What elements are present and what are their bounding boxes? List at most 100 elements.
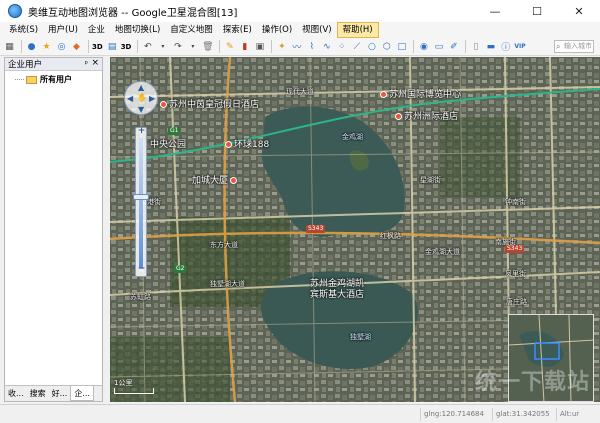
road-label: 现代大道 [286, 88, 314, 96]
scatter-icon[interactable]: ⁘ [335, 40, 348, 53]
poi-marker-icon [230, 177, 238, 184]
undo-dropdown-icon[interactable]: ▾ [156, 40, 169, 53]
vip-button[interactable]: VIP [514, 43, 525, 50]
window-controls: — ☐ ✕ [474, 0, 600, 22]
poi-label-park[interactable]: 中央公园 [150, 137, 186, 150]
polyline-icon[interactable]: 〰 [290, 40, 303, 53]
ruler-icon[interactable]: ▮ [238, 40, 251, 53]
info-icon[interactable]: ⓘ [499, 40, 512, 53]
road-label: 唐庄路 [506, 298, 527, 306]
status-latitude: glat:31.342055 [492, 408, 554, 421]
city-search-placeholder: 输入城市 [564, 42, 592, 50]
curve-icon[interactable]: ∿ [320, 40, 333, 53]
tab-favorites[interactable]: 收... [5, 386, 27, 401]
3d-view-button[interactable]: 3D [121, 43, 132, 51]
menu-map-switch[interactable]: 地图切换(L) [110, 22, 165, 38]
poi-label-expo[interactable]: 苏州国际博览中心 [380, 87, 461, 100]
panel-title: 企业用户 [8, 60, 43, 70]
toolbar: ▦ ● ★ ◎ ◆ 3D ▤ 3D ↶ ▾ ↷ ▾ 🗑 ✎ ▮ ▣ ✦ 〰 ⌇ … [0, 38, 600, 56]
draw-line-icon[interactable]: ⟋ [350, 40, 363, 53]
pan-control[interactable]: ▲ ▼ ◀ ▶ ✋ [124, 81, 158, 115]
zoom-out-icon[interactable]: − [137, 264, 146, 274]
poi-label-hotel1[interactable]: 苏州中茵皇冠假日酒店 [160, 97, 259, 110]
screen-icon[interactable]: ▭ [432, 40, 445, 53]
share-icon[interactable]: ◆ [70, 40, 83, 53]
status-longitude: glng:120.714684 [420, 408, 490, 421]
message-icon[interactable]: ▬ [484, 40, 497, 53]
maximize-button[interactable]: ☐ [516, 0, 558, 22]
pencil-icon[interactable]: ✎ [223, 40, 236, 53]
tab-search[interactable]: 搜索 [27, 386, 49, 401]
undo-icon[interactable]: ↶ [141, 40, 154, 53]
layers-icon[interactable]: ▤ [106, 40, 119, 53]
pan-left-icon[interactable]: ◀ [127, 94, 133, 103]
hand-icon[interactable]: ✋ [137, 93, 147, 102]
poi-label-hotel3[interactable]: 苏州金鸡湖凯 宾斯基大酒店 [310, 279, 364, 301]
poi-label-hotel2[interactable]: 苏州洲际酒店 [395, 109, 458, 122]
toolbar-separator [137, 40, 139, 53]
watermark-text: 统一下载站 [474, 370, 590, 395]
road-label: 金鸡湖大道 [425, 248, 460, 256]
highway-badge: G1 [168, 127, 181, 135]
path-icon[interactable]: ⌇ [305, 40, 318, 53]
road-label: 钟南街 [505, 198, 526, 206]
search-location-icon[interactable]: ◎ [55, 40, 68, 53]
redo-dropdown-icon[interactable]: ▾ [186, 40, 199, 53]
globe-icon[interactable]: ◉ [417, 40, 430, 53]
menu-operation[interactable]: 操作(O) [257, 22, 297, 38]
favorite-star-icon[interactable]: ★ [40, 40, 53, 53]
scale-label: 1公里 [114, 379, 133, 387]
tab-enterprise[interactable]: 企... [70, 386, 94, 401]
polygon-icon[interactable]: ⬡ [380, 40, 393, 53]
tree-item-all-users[interactable]: 所有用户 [5, 74, 102, 85]
highway-badge: G2 [174, 265, 187, 273]
zoom-slider[interactable]: + − [133, 126, 149, 277]
poi-marker-icon [395, 113, 402, 120]
city-search-input[interactable]: ⌕ 输入城市 [554, 40, 594, 53]
menu-view[interactable]: 视图(V) [297, 22, 336, 38]
menu-enterprise[interactable]: 企业 [83, 22, 110, 38]
road-label: 苏虹路 [130, 293, 151, 301]
status-altitude: Alt:ur [556, 408, 598, 421]
redo-icon[interactable]: ↷ [171, 40, 184, 53]
frame-icon[interactable]: ▣ [253, 40, 266, 53]
pan-up-icon[interactable]: ▲ [138, 83, 144, 92]
circle-icon[interactable]: ○ [365, 40, 378, 53]
poi-marker-icon [160, 101, 167, 108]
user-icon[interactable]: ● [25, 40, 38, 53]
map-view[interactable]: 苏州中茵皇冠假日酒店 苏州国际博览中心 苏州洲际酒店 中央公园 环球188 金鸡… [110, 57, 600, 402]
tab-friends[interactable]: 好... [49, 386, 71, 401]
pan-down-icon[interactable]: ▼ [138, 105, 144, 114]
menu-custom-map[interactable]: 自定义地图 [165, 22, 218, 38]
toolbar-separator [21, 40, 22, 53]
minimize-button[interactable]: — [474, 0, 516, 22]
pin-icon[interactable]: ᵖ [85, 59, 88, 68]
menu-user[interactable]: 用户(U) [43, 22, 83, 38]
road-label: 凤里街 [505, 270, 526, 278]
menu-explore[interactable]: 探索(E) [218, 22, 257, 38]
pan-right-icon[interactable]: ▶ [149, 94, 155, 103]
menu-help[interactable]: 帮助(H) [336, 22, 379, 38]
close-panel-icon[interactable]: × [91, 58, 99, 68]
app-logo-icon [8, 4, 22, 18]
enterprise-user-panel: 企业用户 ᵖ × 所有用户 收... 搜索 好... 企... [4, 57, 103, 402]
panel-header: 企业用户 ᵖ × [5, 58, 102, 71]
zoom-in-icon[interactable]: + [137, 126, 146, 136]
poi-marker-icon [380, 91, 387, 98]
document-icon[interactable]: ▯ [469, 40, 482, 53]
highway-badge: S343 [306, 225, 326, 233]
scale-bar [114, 388, 154, 394]
delete-icon[interactable]: 🗑 [201, 40, 214, 53]
status-bar: glng:120.714684 glat:31.342055 Alt:ur [0, 404, 600, 423]
poi-label-huanqiu[interactable]: 环球188 [225, 137, 269, 150]
3d-button[interactable]: 3D [92, 43, 103, 51]
close-button[interactable]: ✕ [558, 0, 600, 22]
rectangle-icon[interactable]: □ [395, 40, 408, 53]
zoom-handle[interactable] [133, 194, 149, 200]
magic-wand-icon[interactable]: ✦ [275, 40, 288, 53]
menu-system[interactable]: 系统(S) [4, 22, 43, 38]
edit-icon[interactable]: ✐ [447, 40, 460, 53]
poi-label-jiacheng[interactable]: 加城大厦 [192, 173, 239, 186]
road-label: 东方大道 [210, 241, 238, 249]
print-icon[interactable]: ▦ [3, 40, 16, 53]
